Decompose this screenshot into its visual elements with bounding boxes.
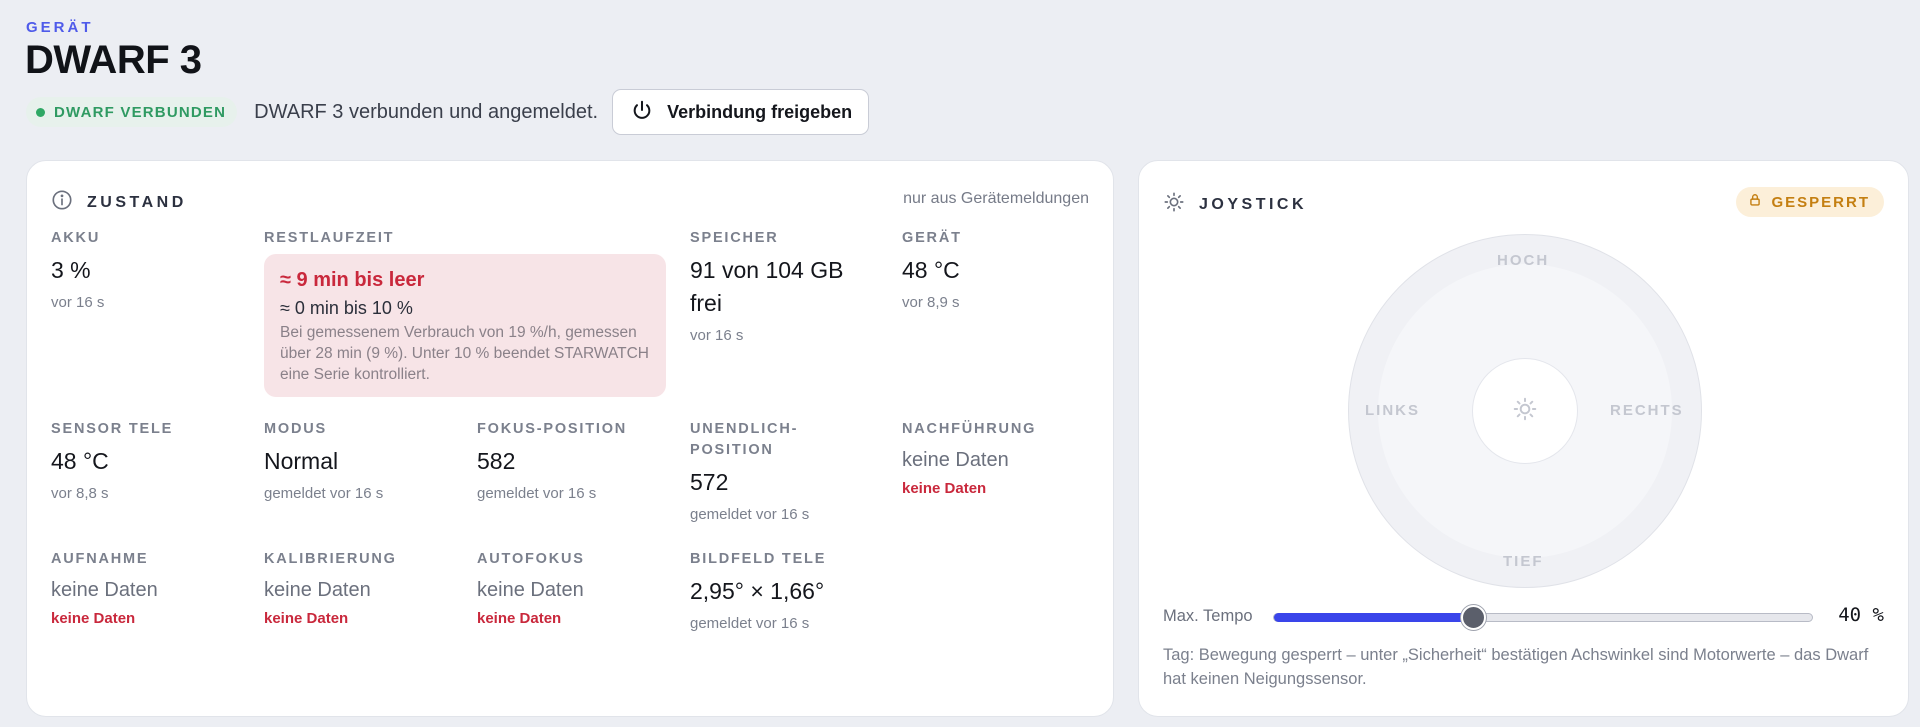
tracking-cell: NACHFÜHRUNG keine Daten keine Daten: [902, 419, 1036, 497]
runtime-explanation: Bei gemessenem Verbrauch von 19 %/h, gem…: [280, 324, 649, 383]
sensor-tele-timestamp: vor 8,8 s: [51, 485, 109, 502]
autofocus-cell: AUTOFOKUS keine Daten keine Daten: [477, 549, 585, 627]
joystick-knob[interactable]: [1472, 358, 1578, 464]
storage-value-line2: frei: [690, 290, 722, 316]
state-card-header: ZUSTAND: [51, 189, 187, 216]
device-temp-value: 48 °C: [902, 257, 960, 283]
release-connection-button[interactable]: Verbindung freigeben: [612, 89, 870, 135]
locked-badge-label: GESPERRT: [1771, 193, 1870, 211]
joystick-dir-left: LINKS: [1365, 402, 1420, 419]
joystick-hint: Tag: Bewegung gesperrt – unter „Sicherhe…: [1163, 646, 1869, 688]
autofocus-value: keine Daten: [477, 579, 584, 601]
runtime-cell: RESTLAUFZEIT ≈ 9 min bis leer ≈ 0 min bi…: [264, 228, 666, 397]
battery-label: AKKU: [51, 230, 101, 246]
autofocus-status: keine Daten: [477, 610, 562, 627]
sensor-tele-value: 48 °C: [51, 448, 109, 474]
max-speed-slider[interactable]: [1273, 605, 1813, 630]
joystick-dir-right: RECHTS: [1610, 402, 1684, 419]
state-card-note: nur aus Gerätemeldungen: [903, 190, 1089, 207]
state-card-title: ZUSTAND: [87, 193, 187, 211]
state-card: ZUSTAND nur aus Gerätemeldungen AKKU 3 %…: [26, 160, 1114, 717]
battery-value: 3 %: [51, 257, 91, 283]
battery-timestamp: vor 16 s: [51, 294, 105, 311]
mode-value: Normal: [264, 448, 339, 474]
autofocus-label: AUTOFOKUS: [477, 551, 585, 567]
runtime-label: RESTLAUFZEIT: [264, 230, 395, 246]
device-temp-timestamp: vor 8,9 s: [902, 294, 960, 311]
focus-position-timestamp: gemeldet vor 16 s: [477, 485, 597, 502]
joystick-card: JOYSTICK GESPERRT HOCH TIEF LINKS RECHTS…: [1138, 160, 1909, 717]
field-of-view-timestamp: gemeldet vor 16 s: [690, 615, 810, 632]
device-temp-cell: GERÄT 48 °C vor 8,9 s: [902, 228, 962, 313]
power-icon: [631, 99, 653, 126]
recording-value: keine Daten: [51, 579, 158, 601]
joystick-dir-up: HOCH: [1497, 252, 1550, 269]
field-of-view-cell: BILDFELD TELE 2,95° × 1,66° gemeldet vor…: [690, 549, 826, 634]
tracking-label: NACHFÜHRUNG: [902, 421, 1037, 437]
infinity-position-label: UNENDLICH- POSITION: [690, 419, 809, 461]
field-of-view-value: 2,95° × 1,66°: [690, 578, 825, 604]
battery-cell: AKKU 3 % vor 16 s: [51, 228, 104, 313]
storage-value: 91 von 104 GB frei: [690, 254, 843, 320]
device-title: DWARF 3: [25, 38, 202, 82]
storage-value-line1: 91 von 104 GB: [690, 257, 844, 283]
mode-cell: MODUS Normal gemeldet vor 16 s: [264, 419, 383, 504]
sensor-tele-label: SENSOR TELE: [51, 421, 174, 437]
connection-badge-label: DWARF VERBUNDEN: [54, 103, 227, 121]
locked-badge: GESPERRT: [1736, 187, 1884, 217]
joystick-card-header: JOYSTICK: [1163, 191, 1307, 218]
storage-label: SPEICHER: [690, 230, 779, 246]
max-speed-slider-fill: [1274, 613, 1473, 622]
mode-timestamp: gemeldet vor 16 s: [264, 485, 384, 502]
status-dot-icon: [36, 107, 45, 117]
infinity-position-cell: UNENDLICH- POSITION 572 gemeldet vor 16 …: [690, 419, 809, 525]
calibration-status: keine Daten: [264, 610, 349, 627]
runtime-threshold: ≈ 0 min bis 10 %: [280, 298, 413, 318]
connection-badge: DWARF VERBUNDEN: [26, 97, 238, 127]
infinity-position-label-line1: UNENDLICH-: [690, 421, 799, 437]
storage-cell: SPEICHER 91 von 104 GB frei vor 16 s: [690, 228, 843, 346]
runtime-main: ≈ 9 min bis leer: [280, 269, 425, 291]
status-row: DWARF VERBUNDEN DWARF 3 verbunden und an…: [26, 89, 870, 135]
release-connection-label: Verbindung freigeben: [667, 101, 853, 122]
info-icon: [51, 189, 73, 216]
device-eyebrow: GERÄT: [26, 19, 94, 36]
joystick-card-title: JOYSTICK: [1199, 195, 1308, 213]
tracking-status: keine Daten: [902, 480, 987, 497]
infinity-position-value: 572: [690, 469, 729, 495]
calibration-cell: KALIBRIERUNG keine Daten keine Daten: [264, 549, 397, 627]
field-of-view-label: BILDFELD TELE: [690, 551, 827, 567]
sun-icon: [1512, 396, 1538, 427]
joystick-dir-down: TIEF: [1503, 553, 1544, 570]
calibration-value: keine Daten: [264, 579, 371, 601]
focus-position-value: 582: [477, 448, 516, 474]
runtime-warning-box: ≈ 9 min bis leer ≈ 0 min bis 10 % Bei ge…: [264, 254, 666, 397]
focus-position-cell: FOKUS-POSITION 582 gemeldet vor 16 s: [477, 419, 627, 504]
max-speed-label: Max. Tempo: [1163, 607, 1253, 625]
sun-icon: [1163, 191, 1185, 218]
tracking-value: keine Daten: [902, 449, 1009, 471]
focus-position-label: FOKUS-POSITION: [477, 421, 628, 437]
sensor-tele-cell: SENSOR TELE 48 °C vor 8,8 s: [51, 419, 173, 504]
recording-label: AUFNAHME: [51, 551, 149, 567]
calibration-label: KALIBRIERUNG: [264, 551, 397, 567]
max-speed-value: 40 %: [1838, 604, 1884, 626]
mode-label: MODUS: [264, 421, 327, 437]
lock-icon: [1748, 193, 1762, 211]
device-temp-label: GERÄT: [902, 230, 962, 246]
infinity-position-timestamp: gemeldet vor 16 s: [690, 506, 810, 523]
max-speed-slider-thumb[interactable]: [1461, 605, 1486, 630]
connection-status-text: DWARF 3 verbunden und angemeldet.: [254, 100, 599, 123]
infinity-position-label-line2: POSITION: [690, 442, 774, 458]
storage-timestamp: vor 16 s: [690, 327, 744, 344]
recording-status: keine Daten: [51, 610, 136, 627]
recording-cell: AUFNAHME keine Daten keine Daten: [51, 549, 158, 627]
